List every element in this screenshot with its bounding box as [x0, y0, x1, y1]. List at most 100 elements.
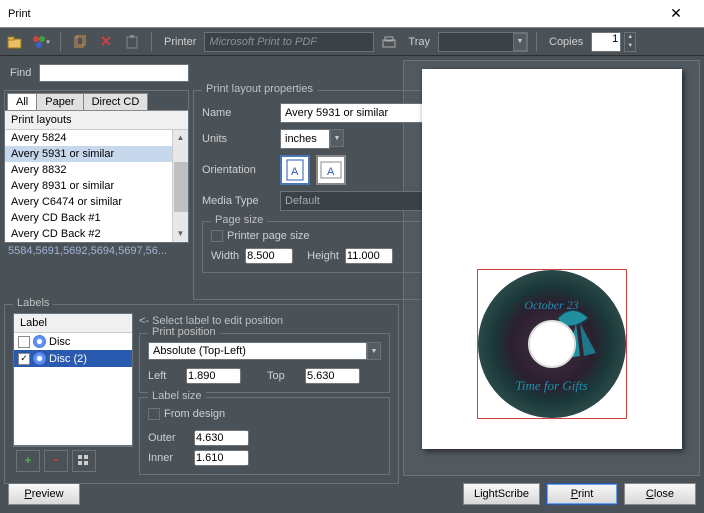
from-design-label: From design [164, 408, 225, 420]
label-checkbox[interactable]: ✓ [18, 353, 30, 365]
layout-item[interactable]: Avery 5931 or similar [5, 146, 188, 162]
height-input[interactable] [345, 248, 393, 264]
open-folder-icon[interactable] [4, 31, 26, 53]
disc-icon [33, 335, 46, 348]
orientation-label: Orientation [202, 164, 274, 176]
labels-header: Label [14, 314, 132, 333]
layout-item[interactable]: Avery C6474 or similar [5, 194, 188, 210]
close-icon[interactable]: ✕ [656, 5, 696, 22]
copies-input[interactable]: 1 [591, 32, 621, 52]
top-input[interactable] [305, 368, 360, 384]
label-item[interactable]: Disc [14, 333, 132, 350]
printer-select[interactable]: Microsoft Print to PDF [204, 32, 374, 52]
layout-item[interactable]: Avery CD Back #1 [5, 210, 188, 226]
preview-button[interactable]: Preview [8, 483, 80, 505]
group-title: Print layout properties [202, 83, 317, 95]
printer-properties-icon[interactable] [378, 31, 400, 53]
layout-tabs: All Paper Direct CD [5, 91, 188, 110]
layout-list-panel: All Paper Direct CD Print layouts Avery … [4, 90, 189, 243]
toolbar: ▾ ✕ Printer Microsoft Print to PDF Tray … [0, 28, 704, 56]
find-input[interactable] [39, 64, 189, 82]
layout-item[interactable]: Avery 8931 or similar [5, 178, 188, 194]
tab-all[interactable]: All [7, 93, 37, 110]
disc-icon [33, 352, 46, 365]
settings-color-icon[interactable]: ▾ [30, 31, 52, 53]
add-label-button[interactable]: + [16, 450, 40, 472]
labels-group: Labels Label Disc ✓ [4, 304, 399, 484]
group-title: Label size [148, 390, 206, 402]
copy-icon[interactable] [69, 31, 91, 53]
disc-artwork: October 23 Time for Gifts [478, 270, 626, 418]
top-label: Top [267, 370, 299, 382]
delete-icon[interactable]: ✕ [95, 31, 117, 53]
group-title: Print position [148, 326, 220, 338]
preview-page: October 23 Time for Gifts [422, 69, 682, 449]
width-label: Width [211, 250, 239, 262]
print-position-group: Print position Absolute (Top-Left) ▼ Lef… [139, 333, 390, 393]
group-title: Page size [211, 214, 267, 226]
bottom-bar: Preview LightScribe Print Close [0, 480, 704, 508]
label-size-group: Label size From design Outer Inner [139, 397, 390, 475]
left-label: Left [148, 370, 180, 382]
toolbar-separator [536, 32, 537, 52]
layout-footer-hint: 5584,5691,5692,5694,5697,56... [4, 243, 189, 259]
tray-select[interactable]: ▼ [438, 32, 528, 52]
left-input[interactable] [186, 368, 241, 384]
group-title: Labels [13, 297, 53, 309]
window-title: Print [8, 8, 656, 20]
printer-page-size-checkbox[interactable] [211, 230, 223, 242]
labels-footer: + − [13, 446, 133, 475]
copies-spinner[interactable]: ▲▼ [624, 32, 636, 52]
inner-label: Inner [148, 452, 188, 464]
svg-text:A: A [291, 166, 299, 178]
units-label: Units [202, 133, 274, 145]
layout-item[interactable]: Avery 5824 [5, 130, 188, 146]
label-item[interactable]: ✓ Disc (2) [14, 350, 132, 367]
layout-item[interactable]: Avery 8832 [5, 162, 188, 178]
paste-icon[interactable] [121, 31, 143, 53]
lightscribe-button[interactable]: LightScribe [463, 483, 540, 505]
chevron-down-icon[interactable]: ▼ [330, 129, 344, 147]
print-button[interactable]: Print [546, 483, 618, 505]
close-button[interactable]: Close [624, 483, 696, 505]
orientation-portrait[interactable]: A [280, 155, 310, 185]
chevron-down-icon[interactable]: ▼ [367, 342, 381, 360]
layout-item[interactable]: Avery CD Back #2 [5, 226, 188, 242]
titlebar: Print ✕ [0, 0, 704, 28]
label-checkbox[interactable] [18, 336, 30, 348]
toolbar-separator [60, 32, 61, 52]
labels-body[interactable]: Disc ✓ Disc (2) [14, 333, 132, 445]
preview-pane: October 23 Time for Gifts [403, 60, 700, 476]
from-design-checkbox[interactable] [148, 408, 160, 420]
printer-page-size-label: Printer page size [227, 230, 310, 242]
layout-list-body[interactable]: Avery 5824 Avery 5931 or similar Avery 8… [5, 130, 188, 242]
chevron-down-icon[interactable]: ▼ [513, 33, 527, 51]
remove-label-button[interactable]: − [44, 450, 68, 472]
label-name: Disc (2) [49, 353, 87, 365]
printer-label: Printer [160, 36, 200, 48]
tab-paper[interactable]: Paper [36, 93, 83, 110]
grid-view-button[interactable] [72, 450, 96, 472]
outer-input[interactable] [194, 430, 249, 446]
inner-input[interactable] [194, 450, 249, 466]
label-name: Disc [49, 336, 70, 348]
height-label: Height [307, 250, 339, 262]
orientation-landscape[interactable]: A [316, 155, 346, 185]
disc-text-bottom: Time for Gifts [478, 378, 626, 394]
scrollbar[interactable]: ▲▼ [172, 130, 188, 242]
units-select[interactable] [280, 129, 330, 149]
tab-direct-cd[interactable]: Direct CD [83, 93, 149, 110]
tray-label: Tray [404, 36, 434, 48]
position-mode-select[interactable]: Absolute (Top-Left) ▼ [148, 342, 381, 360]
page-size-group: Page size Printer page size Width Height [202, 221, 446, 273]
width-input[interactable] [245, 248, 293, 264]
disc-frame: October 23 Time for Gifts [477, 269, 627, 419]
find-label: Find [10, 67, 31, 79]
print-layout-properties-group: Print layout properties Name Units ▼ Ori… [193, 90, 455, 300]
copies-label: Copies [545, 36, 587, 48]
svg-text:A: A [327, 166, 335, 178]
labels-list: Label Disc ✓ Disc (2) [13, 313, 133, 446]
media-type-select[interactable] [280, 191, 432, 211]
media-type-label: Media Type [202, 195, 274, 207]
outer-label: Outer [148, 432, 188, 444]
